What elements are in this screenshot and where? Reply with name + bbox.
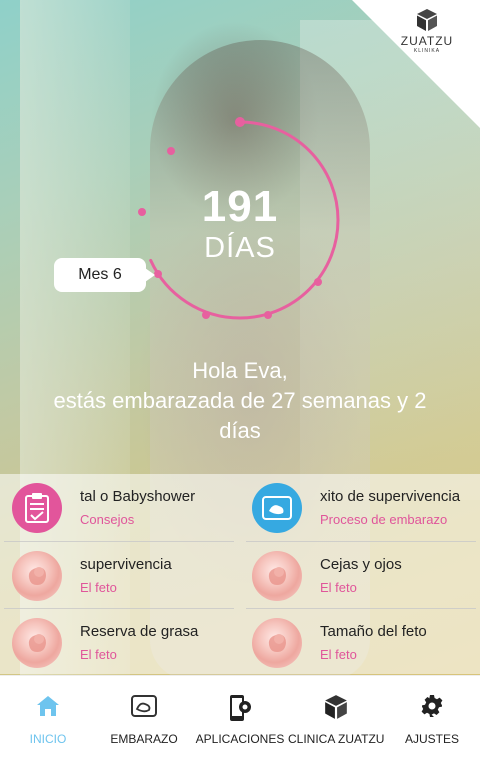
- article-title: tal o Babyshower: [80, 488, 196, 505]
- article-card[interactable]: tal o Babyshower Consejos: [4, 474, 240, 540]
- ultrasound-icon: [131, 695, 157, 717]
- progress-dot: [202, 311, 210, 319]
- progress-dot: [167, 147, 175, 155]
- cube-icon: [325, 695, 347, 719]
- ultrasound-icon: [252, 483, 302, 533]
- article-title: Reserva de grasa: [80, 623, 199, 640]
- article-card[interactable]: Reserva de grasa El feto: [4, 609, 240, 675]
- greeting-line-2: estás embarazada de 27 semanas y 2: [53, 388, 427, 413]
- article-card[interactable]: Cejas y ojos El feto: [244, 542, 480, 608]
- days-count: 191: [201, 182, 279, 231]
- article-category: El feto: [320, 647, 357, 662]
- article-category: El feto: [320, 580, 357, 595]
- month-badge: Mes 6: [54, 258, 155, 292]
- bottom-navigation: INICIO EMBARAZO APLICACIONES CLINICA ZUA…: [0, 675, 480, 758]
- article-category: El feto: [80, 580, 117, 595]
- gear-icon: [421, 695, 443, 717]
- clipboard-check-icon: [12, 483, 62, 533]
- progress-marker: [235, 117, 245, 127]
- nav-clinica[interactable]: CLINICA ZUATZU: [288, 676, 384, 758]
- progress-dot: [264, 311, 272, 319]
- nav-label: INICIO: [29, 732, 67, 746]
- progress-dot: [314, 278, 322, 286]
- fetus-icon: [12, 551, 62, 601]
- greeting-line-3: días: [219, 418, 261, 443]
- fetus-icon: [12, 618, 62, 668]
- nav-label: CLINICA ZUATZU: [288, 732, 385, 746]
- nav-inicio[interactable]: INICIO: [0, 676, 96, 758]
- article-title: supervivencia: [80, 556, 172, 573]
- days-label: DÍAS: [204, 232, 276, 264]
- article-card[interactable]: supervivencia El feto: [4, 542, 240, 608]
- article-category: Consejos: [80, 512, 135, 527]
- article-card[interactable]: xito de supervivencia Proceso de embaraz…: [244, 474, 480, 540]
- article-category: Proceso de embarazo: [320, 512, 448, 527]
- article-title: Cejas y ojos: [320, 556, 402, 573]
- greeting-line-1: Hola Eva,: [192, 358, 288, 383]
- articles-grid: tal o Babyshower Consejos xito de superv…: [0, 474, 480, 674]
- nav-aplicaciones[interactable]: APLICACIONES: [192, 676, 288, 758]
- fetus-icon: [252, 551, 302, 601]
- nav-embarazo[interactable]: EMBARAZO: [96, 676, 192, 758]
- phone-settings-icon: [230, 695, 251, 721]
- greeting-text: Hola Eva, estás embarazada de 27 semanas…: [10, 356, 470, 446]
- progress-dot: [138, 208, 146, 216]
- nav-ajustes[interactable]: AJUSTES: [384, 676, 480, 758]
- article-title: xito de supervivencia: [320, 488, 461, 505]
- home-icon: [37, 696, 59, 716]
- fetus-icon: [252, 618, 302, 668]
- nav-label: EMBARAZO: [110, 732, 178, 746]
- nav-label: AJUSTES: [404, 732, 459, 746]
- article-category: El feto: [80, 647, 117, 662]
- nav-label: APLICACIONES: [195, 732, 285, 746]
- article-card[interactable]: Tamaño del feto El feto: [244, 609, 480, 675]
- progress-dot: [154, 270, 162, 278]
- article-title: Tamaño del feto: [320, 623, 427, 640]
